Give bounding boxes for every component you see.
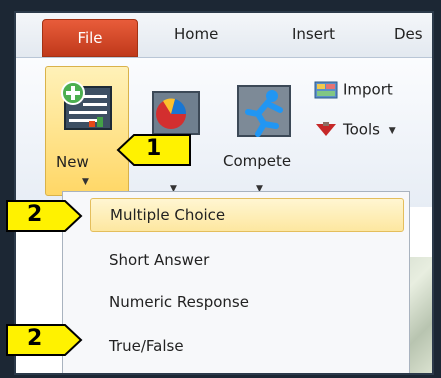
tools-icon <box>316 122 336 136</box>
step-callout-1: 1 <box>116 133 192 167</box>
tab-file[interactable]: File <box>42 19 138 57</box>
new-dropdown-menu: Multiple Choice Short Answer Numeric Res… <box>62 191 410 373</box>
tools-label: Tools <box>343 120 380 139</box>
new-button-label: New <box>56 153 89 171</box>
menu-item-label: True/False <box>109 337 184 355</box>
app-window: File Home Insert Des New ▼ ▼ Compete ▼ I… <box>14 11 434 375</box>
menu-item-short-answer[interactable]: Short Answer <box>63 240 409 282</box>
import-button[interactable]: Import <box>314 80 393 104</box>
menu-item-true-false[interactable]: True/False <box>63 326 409 368</box>
menu-item-multiple-choice[interactable]: Multiple Choice <box>90 198 404 232</box>
compete-button-label: Compete <box>223 152 292 170</box>
tools-button[interactable]: Tools ▼ <box>314 120 396 144</box>
menu-item-label: Multiple Choice <box>110 206 226 224</box>
step-number: 1 <box>146 136 162 161</box>
step-callout-2-true-false: 2 <box>5 323 83 357</box>
menu-item-label: Short Answer <box>109 251 210 269</box>
ribbon-panel: New ▼ ts ▼ Compete ▼ Import <box>16 57 432 207</box>
chevron-down-icon: ▼ <box>82 177 89 187</box>
menu-item-numeric-response[interactable]: Numeric Response <box>63 282 409 324</box>
step-number: 2 <box>27 326 43 351</box>
ribbon-tab-bar: File Home Insert Des <box>16 13 432 57</box>
question-slide-icon <box>61 81 112 130</box>
chevron-down-icon: ▼ <box>388 125 396 136</box>
running-man-icon[interactable] <box>234 82 294 140</box>
tab-design[interactable]: Des <box>394 25 423 43</box>
import-label: Import <box>343 80 393 99</box>
new-button[interactable]: New ▼ <box>45 66 129 196</box>
menu-item-label: Numeric Response <box>109 293 249 311</box>
step-number: 2 <box>27 202 43 227</box>
step-callout-2-multiple-choice: 2 <box>5 199 83 233</box>
tab-home[interactable]: Home <box>174 25 218 43</box>
import-icon <box>314 81 338 99</box>
tab-insert[interactable]: Insert <box>292 25 335 43</box>
